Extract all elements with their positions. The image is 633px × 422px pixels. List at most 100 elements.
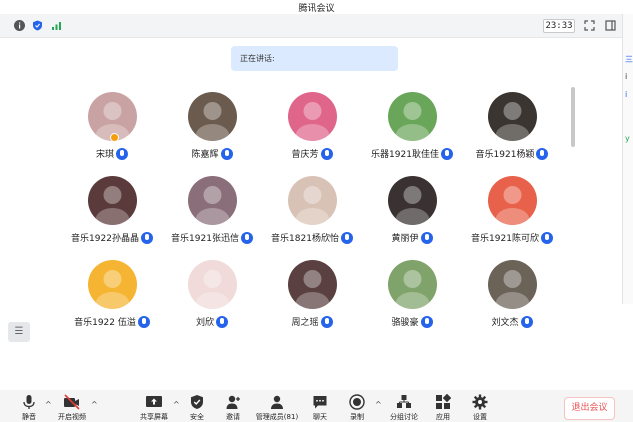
participant-avatar — [188, 92, 237, 141]
participant-avatar — [88, 176, 137, 225]
layout-icon[interactable] — [605, 20, 616, 31]
record-options-chevron-icon[interactable]: ^ — [375, 400, 382, 409]
participant-name-text: 音乐1821杨欣怡 — [271, 234, 339, 244]
chat-button[interactable]: 聊天 — [307, 394, 333, 422]
participant-name-text: 黄丽伊 — [391, 234, 419, 244]
participant-name: 黄丽伊 — [362, 231, 462, 245]
participant-tile[interactable]: 曾庆芳 — [262, 92, 362, 172]
side-panel-edge: 三 i i y — [622, 14, 633, 304]
participant-tile[interactable]: 音乐1921杨颖 — [462, 92, 562, 172]
invite-label: 邀请 — [226, 413, 240, 421]
gear-icon — [472, 394, 488, 410]
participant-tile[interactable]: 乐器1921耿佳佳 — [362, 92, 462, 172]
apps-label: 应用 — [436, 413, 450, 421]
fullscreen-icon[interactable] — [584, 20, 595, 31]
participant-name: 骆骏豪 — [362, 315, 462, 329]
participant-name: 刘文杰 — [462, 315, 562, 329]
mic-status-icon — [320, 315, 333, 328]
speaking-indicator: 正在讲话: — [231, 46, 398, 71]
participant-tile[interactable]: 宋琪 — [62, 92, 162, 172]
participant-name-text: 周之瑶 — [291, 318, 319, 328]
mic-status-icon — [420, 231, 433, 244]
breakout-rooms-button[interactable]: 分组讨论 — [388, 394, 420, 422]
participant-name: 陈嘉辉 — [162, 147, 262, 161]
mic-status-icon — [116, 147, 128, 160]
apps-grid-icon — [436, 394, 451, 409]
participant-name: 周之瑶 — [262, 315, 362, 329]
apps-button[interactable]: 应用 — [430, 394, 456, 422]
participant-name: 音乐1921陈可欣 — [462, 231, 562, 245]
participant-tile[interactable]: 音乐1921陈可欣 — [462, 176, 562, 256]
participant-avatar — [288, 176, 337, 225]
shield-icon[interactable] — [32, 20, 43, 31]
info-icon[interactable] — [14, 20, 25, 31]
video-options-chevron-icon[interactable]: ^ — [91, 400, 98, 409]
participant-avatar — [288, 260, 337, 309]
mic-status-icon — [536, 147, 549, 160]
share-screen-button[interactable]: 共享屏幕 — [136, 394, 172, 422]
meeting-clock: 23:33 — [543, 19, 575, 33]
participant-tile[interactable]: 陈嘉辉 — [162, 92, 262, 172]
invite-user-icon — [226, 395, 240, 409]
mic-status-icon — [440, 147, 453, 160]
security-button[interactable]: 安全 — [184, 394, 210, 422]
participant-tile[interactable]: 刘欣 — [162, 260, 262, 340]
leave-meeting-button[interactable]: 退出会议 — [564, 397, 615, 420]
record-icon — [349, 394, 365, 410]
participant-name-text: 音乐1922孙晶晶 — [71, 234, 139, 244]
participant-name-text: 乐器1921耿佳佳 — [371, 150, 439, 160]
breakout-icon — [397, 395, 411, 408]
participant-tile[interactable]: 音乐1821杨欣怡 — [262, 176, 362, 256]
start-video-label: 开启视频 — [58, 413, 86, 421]
participant-avatar — [488, 260, 537, 309]
host-badge-icon — [110, 133, 119, 142]
mic-status-icon — [340, 231, 353, 244]
participant-tile[interactable]: 黄丽伊 — [362, 176, 462, 256]
share-screen-label: 共享屏幕 — [140, 413, 168, 421]
mute-options-chevron-icon[interactable]: ^ — [45, 400, 52, 409]
participant-tile[interactable]: 骆骏豪 — [362, 260, 462, 340]
participant-name-text: 宋琪 — [95, 150, 114, 160]
participant-avatar — [388, 92, 437, 141]
participant-name: 音乐1921张迅信 — [162, 231, 262, 245]
meeting-toolbar: 静音 ^ 开启视频 ^ 共享屏幕 ^ 安全 邀请 管理成员(81) 聊天 录制 … — [0, 390, 633, 422]
chat-label: 聊天 — [313, 413, 327, 421]
manage-members-button[interactable]: 管理成员(81) — [252, 394, 302, 422]
participant-tile[interactable]: 刘文杰 — [462, 260, 562, 340]
breakout-rooms-label: 分组讨论 — [390, 413, 418, 421]
mute-label: 静音 — [22, 413, 36, 421]
participant-name: 音乐1821杨欣怡 — [262, 231, 362, 245]
sidebar-toggle-button[interactable]: ☰ — [8, 322, 30, 342]
participant-avatar — [388, 260, 437, 309]
record-label: 录制 — [350, 413, 364, 421]
record-button[interactable]: 录制 — [344, 394, 370, 422]
participant-name: 宋琪 — [62, 147, 162, 161]
participant-name-text: 音乐1921杨颖 — [475, 150, 535, 160]
window-title: 腾讯会议 — [298, 4, 335, 14]
members-icon — [271, 395, 283, 409]
start-video-button[interactable]: 开启视频 — [54, 394, 90, 422]
participant-tile[interactable]: 周之瑶 — [262, 260, 362, 340]
gallery-scrollbar[interactable] — [571, 87, 575, 147]
participant-name: 音乐1922孙晶晶 — [62, 231, 162, 245]
participant-name: 乐器1921耿佳佳 — [362, 147, 462, 161]
mic-status-icon — [240, 231, 253, 244]
mic-status-icon — [216, 315, 228, 328]
participant-name: 音乐1921杨颖 — [462, 147, 562, 161]
chat-icon — [313, 396, 327, 409]
settings-button[interactable]: 设置 — [467, 394, 493, 422]
participant-avatar — [388, 176, 437, 225]
signal-icon[interactable] — [51, 20, 62, 31]
mic-status-icon — [220, 147, 233, 160]
participant-name-text: 陈嘉辉 — [191, 150, 219, 160]
participant-tile[interactable]: 音乐1922孙晶晶 — [62, 176, 162, 256]
participant-tile[interactable]: 音乐1922 伍溢 — [62, 260, 162, 340]
share-options-chevron-icon[interactable]: ^ — [173, 400, 180, 409]
participant-avatar — [488, 92, 537, 141]
mic-status-icon — [140, 231, 153, 244]
mute-button[interactable]: 静音 — [16, 394, 42, 422]
participant-tile[interactable]: 音乐1921张迅信 — [162, 176, 262, 256]
invite-button[interactable]: 邀请 — [220, 394, 246, 422]
manage-members-label: 管理成员(81) — [255, 413, 299, 421]
security-shield-icon — [191, 395, 203, 409]
